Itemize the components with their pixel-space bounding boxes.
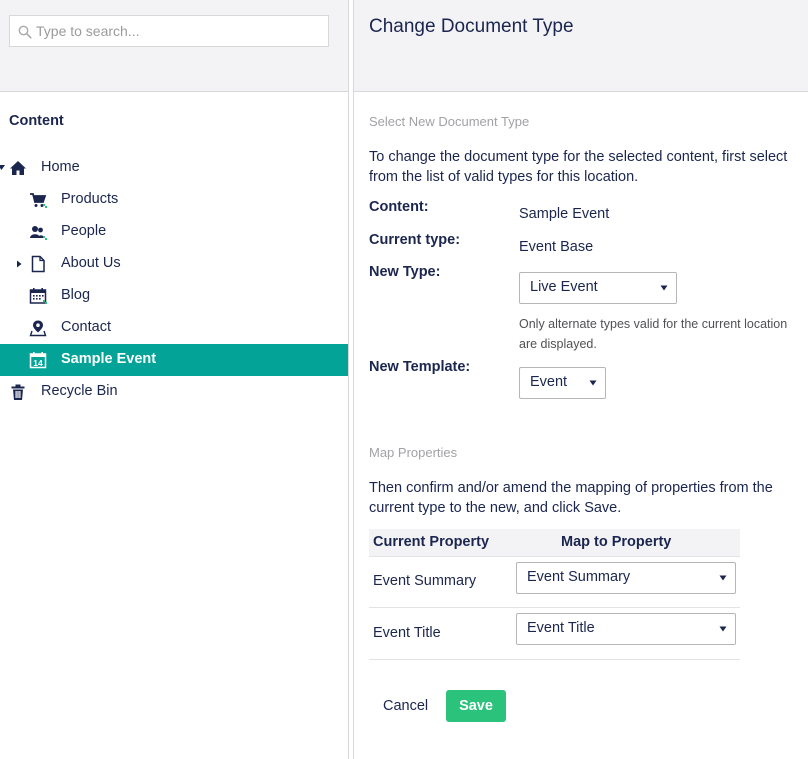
- chevron-down-icon: [719, 626, 727, 632]
- tree-item-label: Contact: [61, 319, 111, 335]
- tree-item-label: About Us: [61, 255, 121, 271]
- tree-item-sample-event[interactable]: 14 Sample Event: [0, 344, 348, 376]
- intro-text: To change the document type for the sele…: [369, 149, 788, 185]
- tree-item-products[interactable]: Products: [0, 184, 348, 216]
- new-type-selected-value: Live Event: [530, 279, 598, 295]
- chevron-down-icon: [660, 285, 668, 291]
- save-button[interactable]: Save: [446, 690, 506, 722]
- search-input[interactable]: [36, 21, 316, 41]
- map-table-header: Current Property Map to Property: [369, 529, 740, 557]
- table-row: Event Summary Event Summary: [369, 557, 740, 608]
- tree-item-label: Products: [61, 191, 119, 207]
- map-to-property-selected-value: Event Title: [527, 620, 595, 636]
- calendar-14-icon: 14: [29, 352, 47, 369]
- map-properties-heading: Map Properties: [369, 445, 458, 460]
- new-template-label: New Template:: [369, 359, 471, 375]
- map-to-property-selected-value: Event Summary: [527, 569, 631, 585]
- search-icon: [18, 25, 32, 39]
- tree-item-recycle-bin[interactable]: Recycle Bin: [0, 376, 348, 408]
- current-type-label: Current type:: [369, 232, 461, 248]
- tree-item-about-us[interactable]: About Us: [0, 248, 348, 280]
- content-value: Sample Event: [519, 206, 610, 222]
- cancel-button[interactable]: Cancel: [371, 690, 440, 722]
- map-intro-text: Then confirm and/or amend the mapping of…: [369, 480, 773, 516]
- caret-down-icon[interactable]: [0, 163, 6, 173]
- chevron-down-icon: [589, 380, 597, 386]
- dialog-header: Change Document Type: [354, 0, 808, 92]
- tree-item-label: People: [61, 223, 107, 239]
- caret-right-icon[interactable]: [15, 259, 23, 269]
- document-icon: [31, 255, 45, 273]
- new-type-label: New Type:: [369, 264, 441, 280]
- tree-item-label: Sample Event: [61, 351, 157, 367]
- calendar-badge: 14: [33, 358, 43, 368]
- tree-title: Content: [9, 113, 64, 129]
- tree-header: [0, 0, 348, 92]
- search-box[interactable]: [9, 15, 329, 47]
- calendar-grid-icon: [29, 288, 47, 304]
- tree-item-label: Recycle Bin: [41, 383, 118, 399]
- column-header-map-to-property: Map to Property: [561, 534, 672, 550]
- table-row: Event Title Event Title: [369, 609, 740, 660]
- current-property-name: Event Summary: [373, 573, 477, 589]
- dialog-title: Change Document Type: [369, 16, 574, 37]
- select-type-heading: Select New Document Type: [369, 114, 530, 129]
- tree-item-label: Home: [41, 159, 80, 175]
- map-pin-icon: [29, 320, 47, 337]
- tree-item-label: Blog: [61, 287, 91, 303]
- map-to-property-select[interactable]: Event Title: [516, 613, 736, 645]
- new-template-selected-value: Event: [530, 374, 568, 390]
- current-property-name: Event Title: [373, 625, 441, 641]
- content-label: Content:: [369, 199, 429, 215]
- new-type-help-text: Only alternate types valid for the curre…: [519, 317, 788, 351]
- chevron-down-icon: [719, 575, 727, 581]
- tree-item-contact[interactable]: Contact: [0, 312, 348, 344]
- tree-item-blog[interactable]: Blog: [0, 280, 348, 312]
- tree-item-home[interactable]: Home: [0, 152, 348, 184]
- shopping-cart-icon: [30, 193, 47, 208]
- trash-icon: [11, 384, 25, 400]
- new-type-select[interactable]: Live Event: [519, 272, 677, 304]
- users-icon: [30, 226, 47, 240]
- home-icon: [10, 161, 26, 175]
- content-tree-panel: Content Home Products P: [0, 0, 348, 759]
- change-document-type-dialog: Change Document Type Select New Document…: [354, 0, 808, 759]
- map-to-property-select[interactable]: Event Summary: [516, 562, 736, 594]
- new-template-select[interactable]: Event: [519, 367, 606, 399]
- current-type-value: Event Base: [519, 239, 594, 255]
- tree-item-people[interactable]: People: [0, 216, 348, 248]
- column-header-current-property: Current Property: [373, 534, 490, 550]
